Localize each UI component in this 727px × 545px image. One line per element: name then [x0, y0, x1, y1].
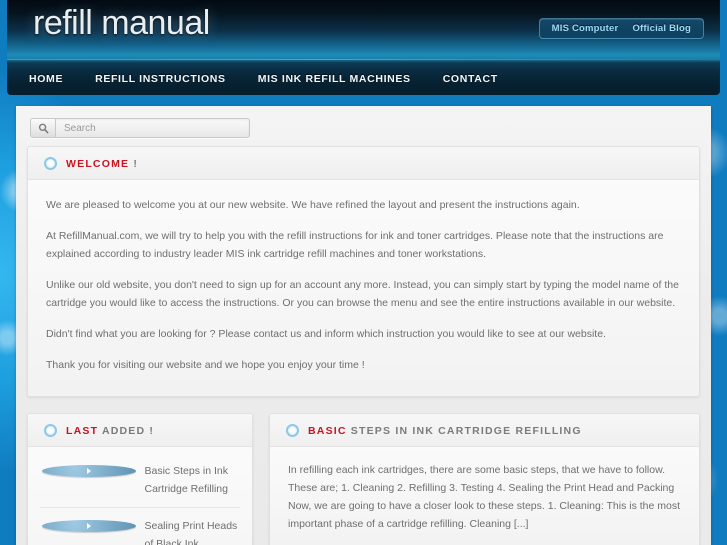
last-added-list: Basic Steps in Ink Cartridge Refilling S… [28, 447, 252, 545]
circle-bullet-icon [44, 424, 57, 437]
welcome-panel-header: WELCOME ! [28, 147, 699, 180]
top-link-mis-computer[interactable]: MIS Computer [552, 23, 619, 34]
search-box [30, 118, 250, 138]
welcome-panel: WELCOME ! We are pleased to welcome you … [27, 146, 700, 397]
site-header: refill manual MIS Computer Official Blog… [7, 0, 720, 95]
content-columns: LAST ADDED ! Basic Steps in Ink Cartridg… [27, 413, 700, 545]
last-added-panel-title: LAST ADDED ! [66, 425, 154, 437]
featured-post-panel-header: BASIC STEPS IN INK CARTRIDGE REFILLING [270, 414, 699, 447]
welcome-panel-body: We are pleased to welcome you at our new… [28, 180, 699, 396]
list-item[interactable]: Sealing Print Heads of Black Ink Cartrid… [40, 508, 240, 545]
list-item-label: Basic Steps in Ink Cartridge Refilling [144, 465, 228, 495]
welcome-title-rest: ! [129, 157, 139, 170]
list-item-label: Sealing Print Heads of Black Ink Cartrid… [144, 520, 238, 545]
search-icon[interactable] [31, 119, 56, 137]
welcome-panel-title: WELCOME ! [66, 158, 138, 170]
list-item[interactable]: Basic Steps in Ink Cartridge Refilling [40, 453, 240, 508]
welcome-paragraph-1: We are pleased to welcome you at our new… [46, 199, 580, 211]
nav-item-home[interactable]: HOME [29, 73, 79, 85]
welcome-paragraph-4: Didn't find what you are looking for ? P… [46, 328, 606, 340]
last-added-title-highlight: LAST [66, 424, 99, 437]
featured-post-panel: BASIC STEPS IN INK CARTRIDGE REFILLING I… [269, 413, 700, 545]
last-added-column: LAST ADDED ! Basic Steps in Ink Cartridg… [27, 413, 253, 545]
last-added-panel-header: LAST ADDED ! [28, 414, 252, 447]
nav-item-refill-instructions[interactable]: REFILL INSTRUCTIONS [79, 73, 242, 85]
top-links: MIS Computer Official Blog [538, 18, 704, 39]
search-row [16, 106, 711, 146]
play-arrow-icon [42, 465, 136, 477]
search-input[interactable] [56, 119, 249, 137]
featured-title-highlight: BASIC [308, 424, 347, 437]
featured-post-excerpt: In refilling each ink cartridges, there … [288, 464, 681, 530]
nav-item-mis-ink-refill-machines[interactable]: MIS INK REFILL MACHINES [242, 73, 427, 85]
top-link-official-blog[interactable]: Official Blog [632, 23, 691, 34]
last-added-panel: LAST ADDED ! Basic Steps in Ink Cartridg… [27, 413, 253, 545]
nav-item-contact[interactable]: CONTACT [427, 73, 514, 85]
main-navigation: HOME REFILL INSTRUCTIONS MIS INK REFILL … [7, 62, 720, 95]
welcome-paragraph-5: Thank you for visiting our website and w… [46, 359, 365, 371]
featured-title-rest: STEPS IN INK CARTRIDGE REFILLING [346, 424, 582, 437]
welcome-paragraph-2: At RefillManual.com, we will try to help… [46, 230, 664, 260]
welcome-title-highlight: WELCOME [66, 157, 130, 170]
last-added-title-rest: ADDED ! [98, 424, 155, 437]
welcome-paragraph-3: Unlike our old website, you don't need t… [46, 279, 679, 309]
featured-post-title[interactable]: BASIC STEPS IN INK CARTRIDGE REFILLING [308, 425, 582, 437]
featured-post-column: BASIC STEPS IN INK CARTRIDGE REFILLING I… [269, 413, 700, 545]
site-logo[interactable]: refill manual [33, 4, 210, 43]
circle-bullet-icon [286, 424, 299, 437]
circle-bullet-icon [44, 157, 57, 170]
play-arrow-icon [42, 520, 136, 532]
page-container: WELCOME ! We are pleased to welcome you … [16, 106, 711, 545]
featured-post-body: In refilling each ink cartridges, there … [270, 447, 699, 545]
